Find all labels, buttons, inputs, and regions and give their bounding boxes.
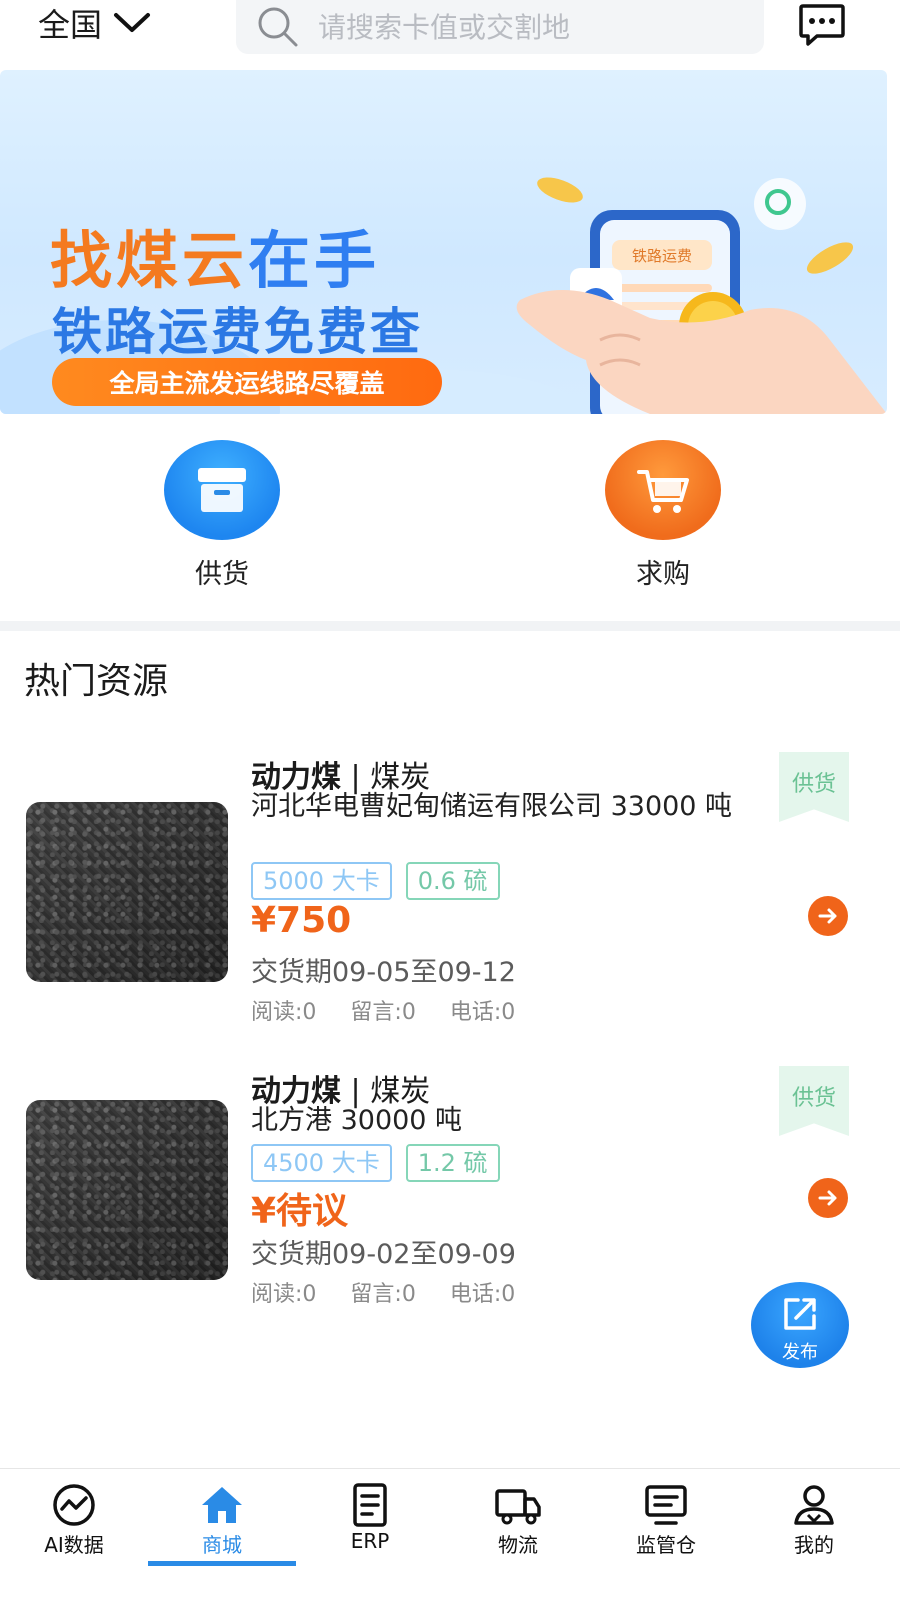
banner-pill: 全局主流发运线路尽覆盖: [52, 358, 442, 406]
nav-label: ERP: [350, 1529, 390, 1553]
coal-thumbnail: [26, 1100, 228, 1280]
listing-stats: 阅读:0 留言:0 电话:0: [251, 1276, 515, 1308]
supply-entry[interactable]: 供货: [162, 440, 282, 591]
region-label: 全国: [38, 6, 103, 44]
banner-title-part1: 找煤云: [50, 224, 249, 297]
read-count: 阅读:0: [251, 1282, 317, 1307]
truck-icon: [495, 1489, 541, 1525]
listing-company: 北方港 30000 吨: [251, 1105, 463, 1136]
listing-card[interactable]: 动力煤 | 煤炭 河北华电曹妃甸储运有限公司 33000 吨 5000 大卡 0…: [0, 740, 900, 1040]
message-count: 留言:0: [350, 1282, 416, 1307]
detail-arrow-button[interactable]: [808, 896, 848, 936]
arrow-right-icon: [818, 908, 837, 924]
publish-label: 发布: [782, 1342, 818, 1363]
nav-label: 我的: [794, 1533, 834, 1557]
user-icon: [794, 1485, 834, 1525]
spec-tags: 4500 大卡 1.2 硫: [251, 1144, 500, 1182]
monitor-icon: [645, 1485, 687, 1525]
listing-price: ¥待议: [251, 1191, 349, 1232]
message-count: 留言:0: [350, 1000, 416, 1025]
nav-erp[interactable]: ERP: [296, 1469, 444, 1601]
banner-title: 找煤云在手: [50, 210, 380, 300]
section-title: 热门资源: [24, 661, 169, 702]
sulfur-tag: 1.2 硫: [405, 1144, 500, 1182]
coal-thumbnail: [26, 802, 228, 982]
supply-badge: 供货: [779, 1066, 849, 1136]
calorific-tag: 4500 大卡: [251, 1144, 392, 1182]
shopping-cart-icon: [637, 470, 689, 513]
buy-circle: [605, 440, 721, 540]
banner-title-part2: 在手: [248, 224, 381, 297]
svg-text:铁路运费: 铁路运费: [632, 247, 692, 265]
nav-label: 物流: [498, 1533, 538, 1557]
listing-price: ¥750: [251, 900, 352, 941]
chart-circle-icon: [53, 1484, 95, 1526]
listing-stats: 阅读:0 留言:0 电话:0: [251, 994, 515, 1026]
document-icon: [353, 1483, 387, 1527]
calorific-tag: 5000 大卡: [251, 862, 392, 900]
delivery-period: 交货期09-02至09-09: [251, 1239, 516, 1270]
nav-label: 商城: [202, 1533, 242, 1557]
message-icon[interactable]: [797, 0, 847, 50]
promo-banner[interactable]: 找煤云在手 铁路运费免费查 全局主流发运线路尽覆盖 铁路运费: [0, 70, 887, 414]
bottom-nav: AI数据 商城 ERP 物流 监管仓 我的: [0, 1468, 900, 1601]
sulfur-tag: 0.6 硫: [405, 862, 500, 900]
search-icon: [258, 7, 298, 47]
publish-button[interactable]: 发布: [751, 1282, 849, 1368]
search-bar[interactable]: [236, 0, 764, 54]
arrow-right-icon: [818, 1190, 837, 1206]
call-count: 电话:0: [449, 1000, 516, 1025]
nav-ai-data[interactable]: AI数据: [0, 1469, 148, 1601]
home-icon: [202, 1487, 242, 1523]
call-count: 电话:0: [449, 1282, 516, 1307]
region-selector[interactable]: 全国: [38, 2, 152, 44]
supply-circle: [164, 440, 280, 540]
nav-warehouse[interactable]: 监管仓: [592, 1469, 740, 1601]
search-input[interactable]: [316, 9, 720, 45]
spec-tags: 5000 大卡 0.6 硫: [251, 862, 500, 900]
nav-label: AI数据: [44, 1533, 104, 1557]
buy-entry[interactable]: 求购: [603, 440, 723, 591]
supply-badge: 供货: [779, 752, 849, 822]
buy-label: 求购: [636, 559, 690, 590]
box-icon: [198, 468, 246, 512]
read-count: 阅读:0: [251, 1000, 317, 1025]
supply-label: 供货: [195, 559, 249, 590]
nav-mine[interactable]: 我的: [740, 1469, 888, 1601]
listing-company: 河北华电曹妃甸储运有限公司 33000 吨: [251, 791, 733, 822]
phone-hand-illustration: 铁路运费: [516, 177, 887, 414]
section-divider: [0, 621, 900, 631]
chevron-down-icon: [114, 13, 151, 32]
nav-mall[interactable]: 商城: [148, 1469, 296, 1601]
top-header: 全国: [0, 0, 900, 60]
nav-label: 监管仓: [636, 1533, 696, 1557]
delivery-period: 交货期09-05至09-12: [251, 957, 516, 988]
nav-logistics[interactable]: 物流: [444, 1469, 592, 1601]
detail-arrow-button[interactable]: [808, 1178, 848, 1218]
banner-subtitle: 铁路运费免费查: [52, 303, 423, 361]
share-export-icon: [784, 1298, 816, 1330]
